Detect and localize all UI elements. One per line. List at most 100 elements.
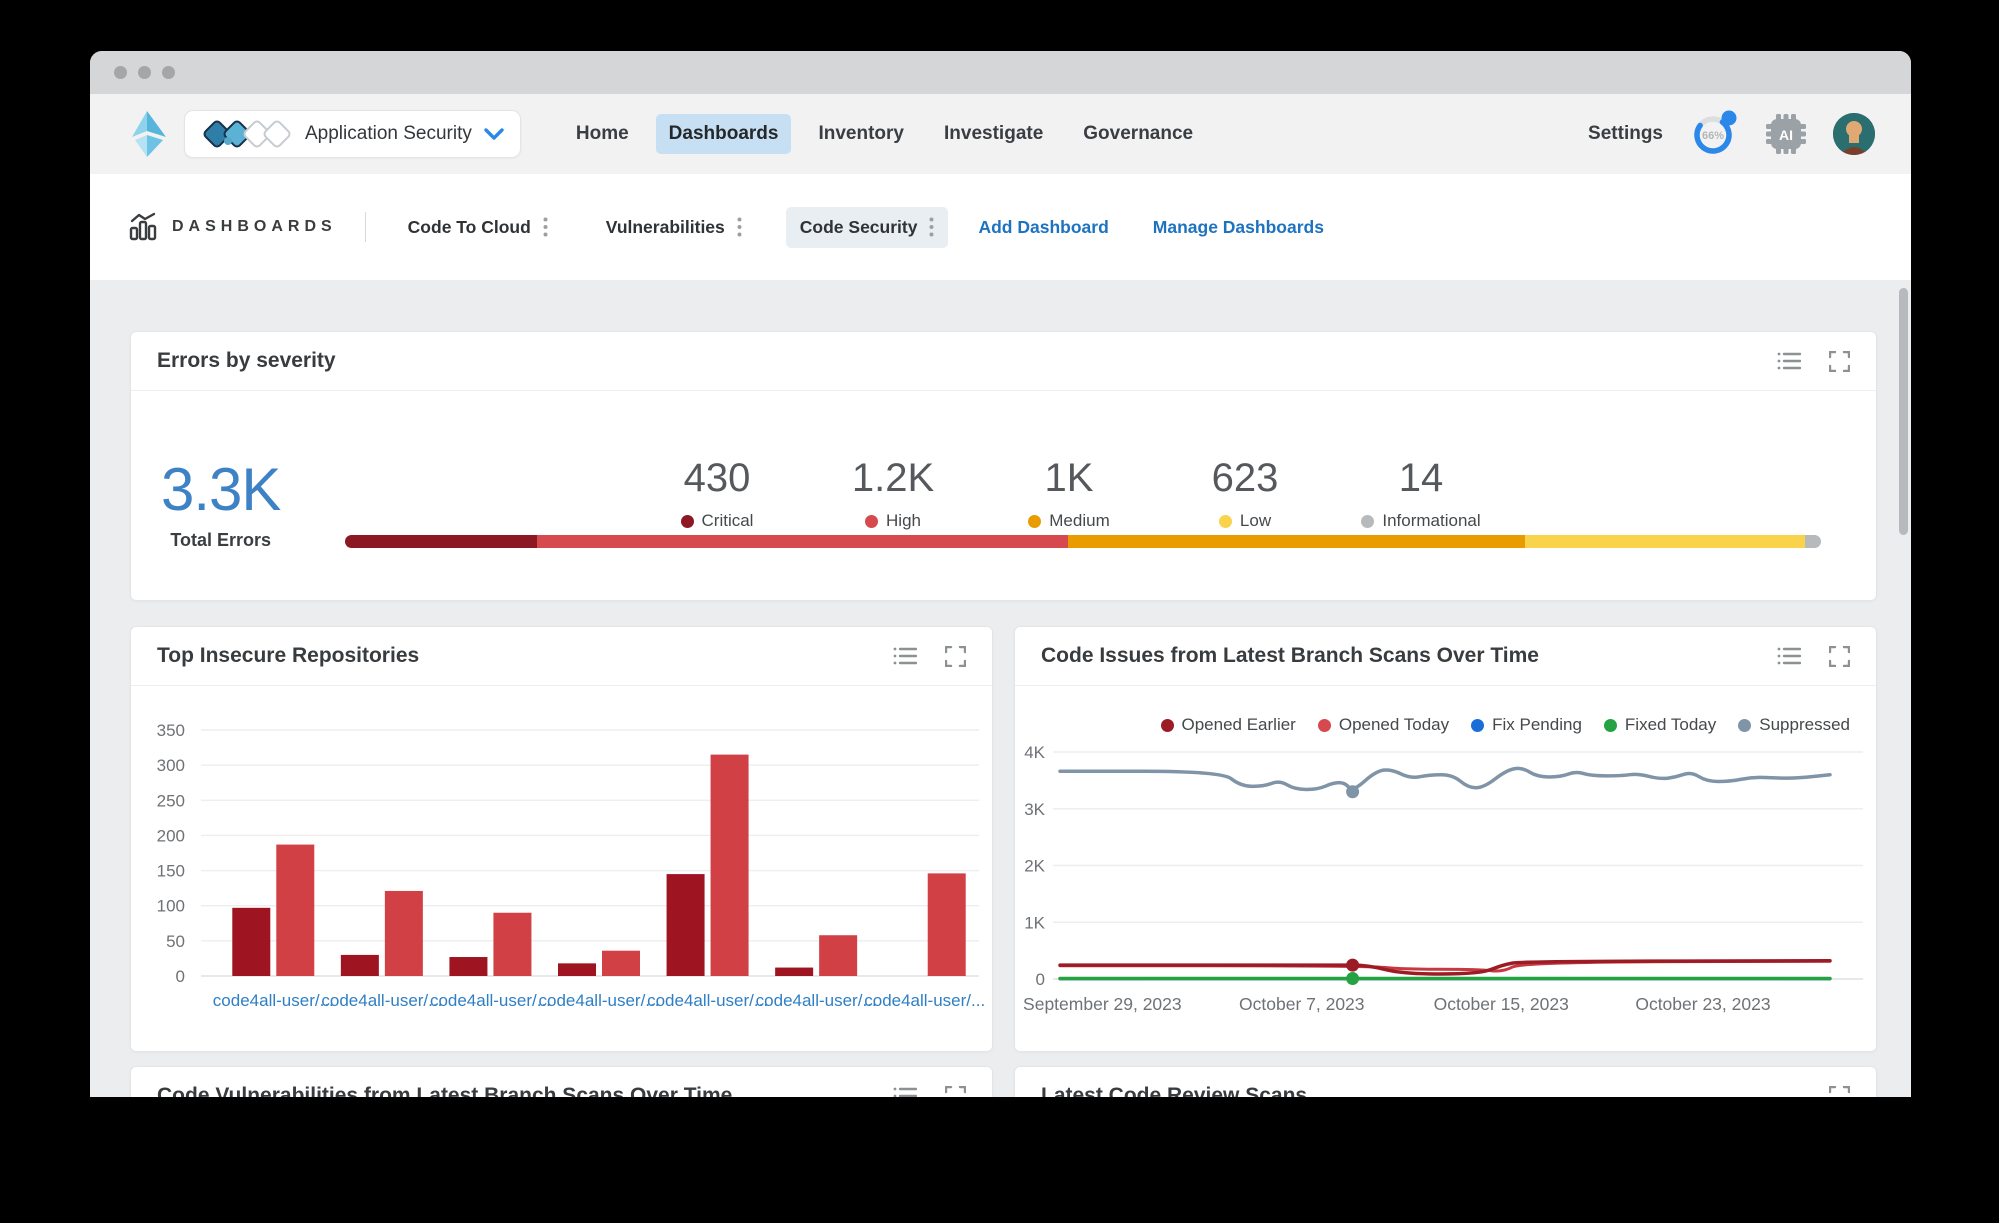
repo-link[interactable]: code4all-user/... [864, 991, 985, 1010]
add-dashboard-link[interactable]: Add Dashboard [978, 217, 1108, 238]
top-insecure-repositories-card: Top Insecure Repositories 0 50 100 150 2… [130, 626, 993, 1052]
legend-dot-icon [1603, 718, 1617, 732]
manage-dashboards-link[interactable]: Manage Dashboards [1153, 217, 1324, 238]
chevron-down-icon [484, 127, 504, 140]
repo-link[interactable]: code4all-user/... [321, 991, 442, 1010]
settings-button[interactable]: Settings [1588, 123, 1663, 145]
svg-text:2K: 2K [1024, 857, 1045, 876]
vertical-scrollbar[interactable] [1899, 288, 1908, 535]
repo-link[interactable]: code4all-user/... [430, 991, 551, 1010]
dashboard-tab-code-to-cloud[interactable]: Code To Cloud [394, 207, 562, 248]
list-icon[interactable] [893, 647, 917, 665]
dashboards-section-label: DASHBOARDS [172, 218, 337, 235]
severity-value: 1.2K [851, 456, 935, 500]
code-issues-card: Code Issues from Latest Branch Scans Ove… [1014, 626, 1877, 1052]
dashboard-tab-vulnerabilities[interactable]: Vulnerabilities [592, 207, 756, 248]
dashboards-bar: DASHBOARDS Code To Cloud Vulnerabilities C… [90, 174, 1911, 280]
svg-text:350: 350 [157, 721, 185, 740]
repo-link[interactable]: code4all-user/... [539, 991, 660, 1010]
nav-item-governance[interactable]: Governance [1070, 114, 1206, 154]
dashboards-section: DASHBOARDS [128, 212, 337, 242]
divider [364, 212, 366, 242]
list-icon[interactable] [1777, 647, 1801, 665]
card-header: Code Vulnerabilities from Latest Branch … [131, 1067, 992, 1097]
total-errors-value: 3.3K [161, 456, 281, 523]
expand-icon[interactable] [1829, 645, 1850, 667]
diamonds-icon [203, 120, 291, 148]
repo-link[interactable]: code4all-user/... [756, 991, 877, 1010]
list-icon[interactable] [893, 1087, 917, 1097]
avatar-image [1833, 113, 1875, 155]
user-avatar[interactable] [1833, 113, 1875, 155]
total-errors-block: 3.3K Total Errors [161, 456, 281, 551]
nav-item-inventory[interactable]: Inventory [805, 114, 917, 154]
chart-legend: Opened Earlier Opened Today Fix Pending Fix… [1015, 686, 1876, 742]
severity-sub: Informational [1333, 511, 1509, 531]
card-title: Code Vulnerabilities from Latest Branch … [157, 1084, 733, 1097]
svg-text:0: 0 [1036, 970, 1045, 989]
dashboard-actions: Add Dashboard Manage Dashboards [978, 217, 1323, 238]
severity-sub: Critical [629, 511, 805, 531]
navbar-right: Settings 66% AI [1588, 109, 1875, 159]
kebab-icon[interactable] [543, 217, 548, 237]
window-zoom-button[interactable] [162, 66, 175, 79]
expand-icon[interactable] [1829, 1085, 1850, 1098]
svg-text:September 29, 2023: September 29, 2023 [1023, 994, 1182, 1014]
legend-dot-icon [1471, 718, 1485, 732]
expand-icon[interactable] [1829, 350, 1850, 372]
legend-item-opened-today[interactable]: Opened Today [1317, 715, 1449, 735]
product-switcher[interactable]: Application Security [184, 110, 521, 158]
latest-code-review-scans-card: Latest Code Review Scans [1014, 1066, 1877, 1097]
informational-dot-icon [1361, 514, 1375, 528]
tab-label: Code Security [799, 216, 918, 237]
data-point-marker[interactable] [1346, 958, 1360, 972]
data-point-marker[interactable] [1346, 785, 1360, 799]
credits-ring-icon[interactable]: 66% [1689, 109, 1739, 159]
severity-sub: Low [1157, 511, 1333, 531]
product-switcher-label: Application Security [305, 123, 472, 144]
severity-label: Medium [1049, 511, 1110, 530]
legend-label: Fix Pending [1492, 715, 1582, 734]
repo-link[interactable]: code4all-user/... [213, 991, 334, 1010]
repo-link[interactable]: code4all-user/... [647, 991, 768, 1010]
brand-logo-icon [132, 111, 166, 157]
legend-item-suppressed[interactable]: Suppressed [1738, 715, 1850, 735]
severity-label: Critical [701, 511, 754, 530]
legend-item-fix-pending[interactable]: Fix Pending [1471, 715, 1582, 735]
dashboard-tabs: Code To Cloud Vulnerabilities Code Securit… [394, 206, 949, 248]
severity-sub: Medium [981, 511, 1157, 531]
low-dot-icon [1218, 514, 1232, 528]
legend-item-fixed-today[interactable]: Fixed Today [1603, 715, 1717, 735]
kebab-icon[interactable] [929, 217, 934, 237]
expand-icon[interactable] [945, 1085, 966, 1098]
dashboard-tab-code-security[interactable]: Code Security [785, 206, 949, 248]
code-issues-line-chart: 0 1K 2K 3K 4K September 29, 2023 October 7, 20… [1023, 743, 1863, 1014]
legend-label: Fixed Today [1624, 715, 1717, 734]
legend-item-opened-earlier[interactable]: Opened Earlier [1160, 715, 1296, 735]
severity-segment-high [536, 535, 1068, 548]
nav-item-investigate[interactable]: Investigate [931, 114, 1056, 154]
list-icon[interactable] [1777, 352, 1801, 370]
expand-icon[interactable] [945, 645, 966, 667]
window-minimize-button[interactable] [138, 66, 151, 79]
data-point-marker[interactable] [1346, 972, 1360, 986]
nav-item-dashboards[interactable]: Dashboards [655, 114, 792, 154]
high-dot-icon [865, 514, 879, 528]
kebab-icon[interactable] [737, 217, 742, 237]
svg-text:50: 50 [166, 932, 185, 951]
severity-stat-informational: 14 Informational [1333, 456, 1509, 531]
card-title: Errors by severity [157, 349, 336, 372]
ai-chip-icon[interactable]: AI [1765, 113, 1807, 155]
errors-by-severity-card: Errors by severity 3.3K Total Errors 430… [130, 331, 1877, 601]
severity-value: 1K [1044, 456, 1094, 500]
window-close-button[interactable] [114, 66, 127, 79]
tab-label: Code To Cloud [407, 216, 531, 237]
legend-dot-icon [1738, 718, 1752, 732]
legend-label: Opened Earlier [1181, 715, 1296, 734]
legend-dot-icon [1317, 718, 1331, 732]
svg-text:October 23, 2023: October 23, 2023 [1635, 994, 1770, 1014]
nav-item-home[interactable]: Home [563, 114, 642, 154]
legend-label: Suppressed [1759, 715, 1850, 734]
code-vulnerabilities-card: Code Vulnerabilities from Latest Branch … [130, 1066, 993, 1097]
dashboards-icon [129, 212, 157, 241]
